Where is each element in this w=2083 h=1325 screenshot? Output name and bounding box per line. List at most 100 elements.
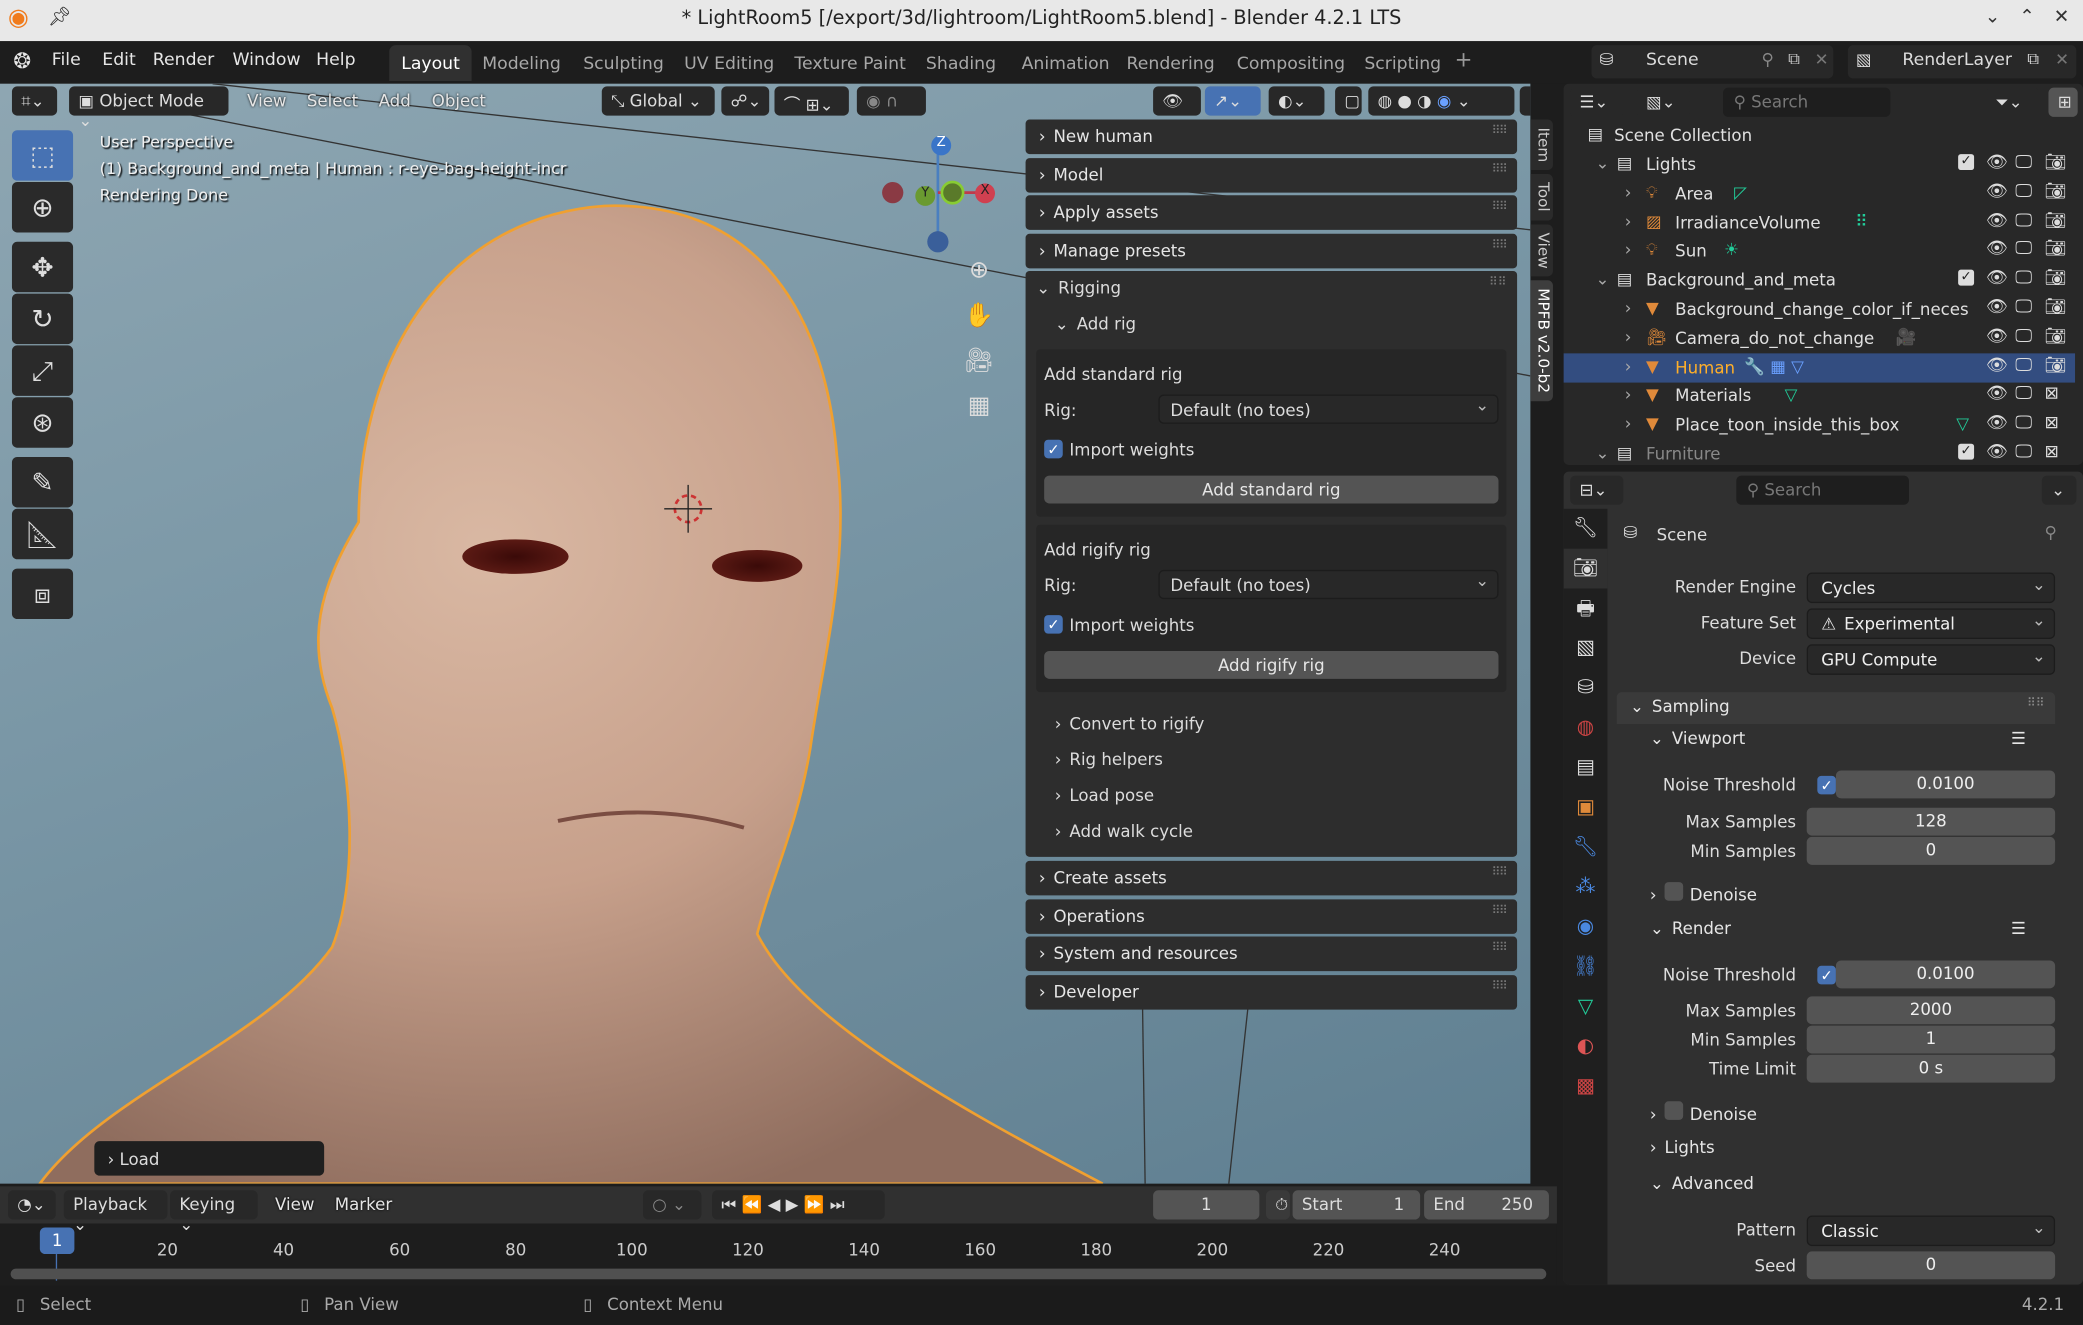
measure-tool[interactable]: 📐︎ [11,508,74,560]
subpanel-load-pose[interactable]: › Load pose [1036,778,1506,814]
chevron-right-icon[interactable]: › [1625,413,1632,433]
add-rig-subpanel-header[interactable]: ⌄ Add rig [1036,306,1506,342]
chevron-right-icon[interactable]: › [1625,384,1632,404]
rigify-import-weights-checkbox[interactable]: ✓ Import weights [1044,605,1498,645]
pin-icon[interactable]: ⚲ [1762,49,1774,69]
transform-orientation-dropdown[interactable]: ⤡ Global ⌄ [601,86,715,116]
chevron-right-icon[interactable]: › [1625,182,1632,202]
gizmo-axis-x[interactable]: X [975,183,996,204]
data-tab-icon[interactable]: ▽ [1564,987,1608,1027]
pattern-dropdown[interactable]: Classic [1806,1215,2056,1247]
menu-select[interactable]: Select [307,90,358,110]
filter-dropdown[interactable]: ⏷⌄ [1986,87,2040,117]
end-frame-field[interactable]: End 250 [1424,1190,1549,1220]
standard-import-weights-checkbox[interactable]: ✓ Import weights [1044,430,1498,470]
noise-threshold-field[interactable]: 0.0100 [1835,960,2056,989]
device-dropdown[interactable]: GPU Compute [1806,644,2056,675]
menu-render[interactable]: Render [153,50,214,70]
filter-view-layer-dropdown[interactable]: ▧⌄ [1636,87,1690,117]
texture-tab-icon[interactable]: ▩ [1564,1067,1608,1107]
rigging-header[interactable]: ⌄ Rigging ⠿⠿ [1036,277,1506,306]
timeline-scrollbar[interactable] [10,1268,1547,1280]
monitor-icon[interactable]: 🖵 [2015,442,2032,462]
chevron-down-icon[interactable]: ⌄ [1630,696,1644,716]
render-engine-dropdown[interactable]: Cycles [1806,572,2056,604]
noise-threshold-field[interactable]: 0.0100 [1835,770,2056,799]
drag-handle-icon[interactable]: ⠿⠿ [1492,942,1508,955]
monitor-icon[interactable]: 🖵 [2015,153,2032,173]
menu-edit[interactable]: Edit [102,50,135,70]
eye-icon[interactable]: 👁︎ [1986,442,2008,462]
time-limit-field[interactable]: 0 s [1806,1054,2056,1083]
sidebar-tab-item[interactable]: Item [1530,119,1553,171]
close-icon[interactable]: ✕ [2055,49,2069,69]
new-scene-icon[interactable]: ⧉ [1788,48,1800,69]
min-samples-field[interactable]: 1 [1806,1025,2056,1054]
shading-mode-buttons[interactable]: ◍ ● ◑ ◉ ⌄ [1368,86,1515,116]
menu-help[interactable]: Help [316,50,355,70]
camera-icon[interactable]: 📷︎ [2044,327,2066,347]
editor-type-button[interactable]: ◔⌄ [7,1190,56,1220]
chevron-right-icon[interactable]: › [1650,885,1657,905]
sidebar-tab-tool[interactable]: Tool [1530,174,1553,220]
drag-handle-icon[interactable]: ⠿⠿ [1492,866,1508,879]
eye-icon[interactable]: 👁︎ [1986,355,2008,375]
tab-modeling[interactable]: Modeling [470,45,572,81]
add-standard-rig-button[interactable]: Add standard rig [1044,475,1499,504]
pivot-point-dropdown[interactable]: ☍⌄ [721,86,770,116]
panel-render[interactable]: ⌄ Render ☰ [1650,918,2042,938]
exclude-checkbox-icon[interactable]: ✓ [1958,269,1975,286]
eye-icon[interactable]: 👁︎ [1986,211,2008,231]
select-box-tool[interactable]: ⬚ [11,130,74,181]
noise-threshold-checkbox[interactable]: ✓ [1817,775,1836,795]
menu-file[interactable]: File [52,50,81,70]
minimize-button[interactable]: ⌄ [1985,7,2001,28]
chevron-right-icon[interactable]: › [1625,211,1632,231]
sidebar-tab-mpfb[interactable]: MPFB v2.0-b2 [1530,280,1553,401]
eye-icon[interactable]: 👁︎ [1986,240,2008,260]
chevron-right-icon[interactable]: › [1625,298,1632,318]
zoom-icon[interactable]: ⊕ [959,256,999,301]
outliner-root[interactable]: ▤ Scene Collection [1564,121,2075,150]
keying-menu[interactable]: Keying ⌄ [170,1190,258,1234]
exclude-checkbox-icon[interactable]: ✓ [1958,443,1975,460]
camera-disabled-icon[interactable]: ⊠ [2044,442,2058,462]
section-manage-presets[interactable]: › Manage presets ⠿⠿ [1025,233,1518,269]
chevron-down-icon[interactable]: ⌄ [1595,269,1609,289]
chevron-down-icon[interactable]: ⌄ [1650,1173,1664,1193]
close-icon[interactable]: ✕ [1815,49,1829,69]
tab-rendering[interactable]: Rendering [1115,45,1227,81]
presets-list-icon[interactable]: ☰ [2011,918,2026,938]
menu-marker[interactable]: Marker [335,1194,392,1214]
last-operator-panel[interactable]: › Load [94,1141,325,1176]
camera-icon[interactable]: 📷︎ [2044,182,2066,202]
material-tab-icon[interactable]: ◐ [1564,1027,1608,1067]
pin-icon[interactable]: ⚲ [2044,522,2056,542]
snap-toggle[interactable]: ⌒ ⊞⌄ [774,86,849,116]
sidebar-tab-view[interactable]: View [1530,223,1553,277]
options-dropdown[interactable]: ⌄ [2041,475,2077,505]
monitor-icon[interactable]: 🖵 [2015,384,2032,404]
maximize-button[interactable]: ⌃ [2019,7,2035,28]
standard-rig-dropdown[interactable]: Default (no toes) [1158,395,1499,425]
close-button[interactable]: ✕ [2054,7,2070,28]
outliner-row[interactable]: ⌄ ▤ Furniture ✓ 👁︎ 🖵 ⊠ [1564,440,2075,465]
move-tool[interactable]: ✥ [11,241,74,293]
pan-hand-icon[interactable]: ✋ [959,302,999,347]
tab-uv-editing[interactable]: UV Editing [672,45,786,81]
visibility-dropdown[interactable]: 👁⌄ [1153,86,1201,132]
sidebar-toggle[interactable]: ‖ [1519,86,1531,116]
panel-viewport[interactable]: ⌄ Viewport ☰ [1650,728,2042,748]
annotate-tool[interactable]: ✎ [11,456,74,508]
drag-handle-icon[interactable]: ⠿⠿ [1492,904,1508,917]
drag-handle-icon[interactable]: ⠿⠿ [1492,239,1508,252]
monitor-icon[interactable]: 🖵 [2015,182,2032,202]
human-mesh[interactable] [38,204,1104,1184]
auto-keying-toggle[interactable]: ○ ⌄ [642,1190,702,1220]
tool-tab-icon[interactable]: 🔧︎ [1564,509,1608,549]
constraints-tab-icon[interactable]: ⛓ [1564,947,1608,987]
drag-handle-icon[interactable]: ⠿⠿ [2027,697,2045,710]
drag-handle-icon[interactable]: ⠿⠿ [1492,201,1508,214]
camera-icon[interactable]: 📷︎ [2044,211,2066,231]
outliner-row[interactable]: ⌄ ▤ Background_and_meta ✓ 👁︎ 🖵 📷︎ [1564,266,2075,295]
